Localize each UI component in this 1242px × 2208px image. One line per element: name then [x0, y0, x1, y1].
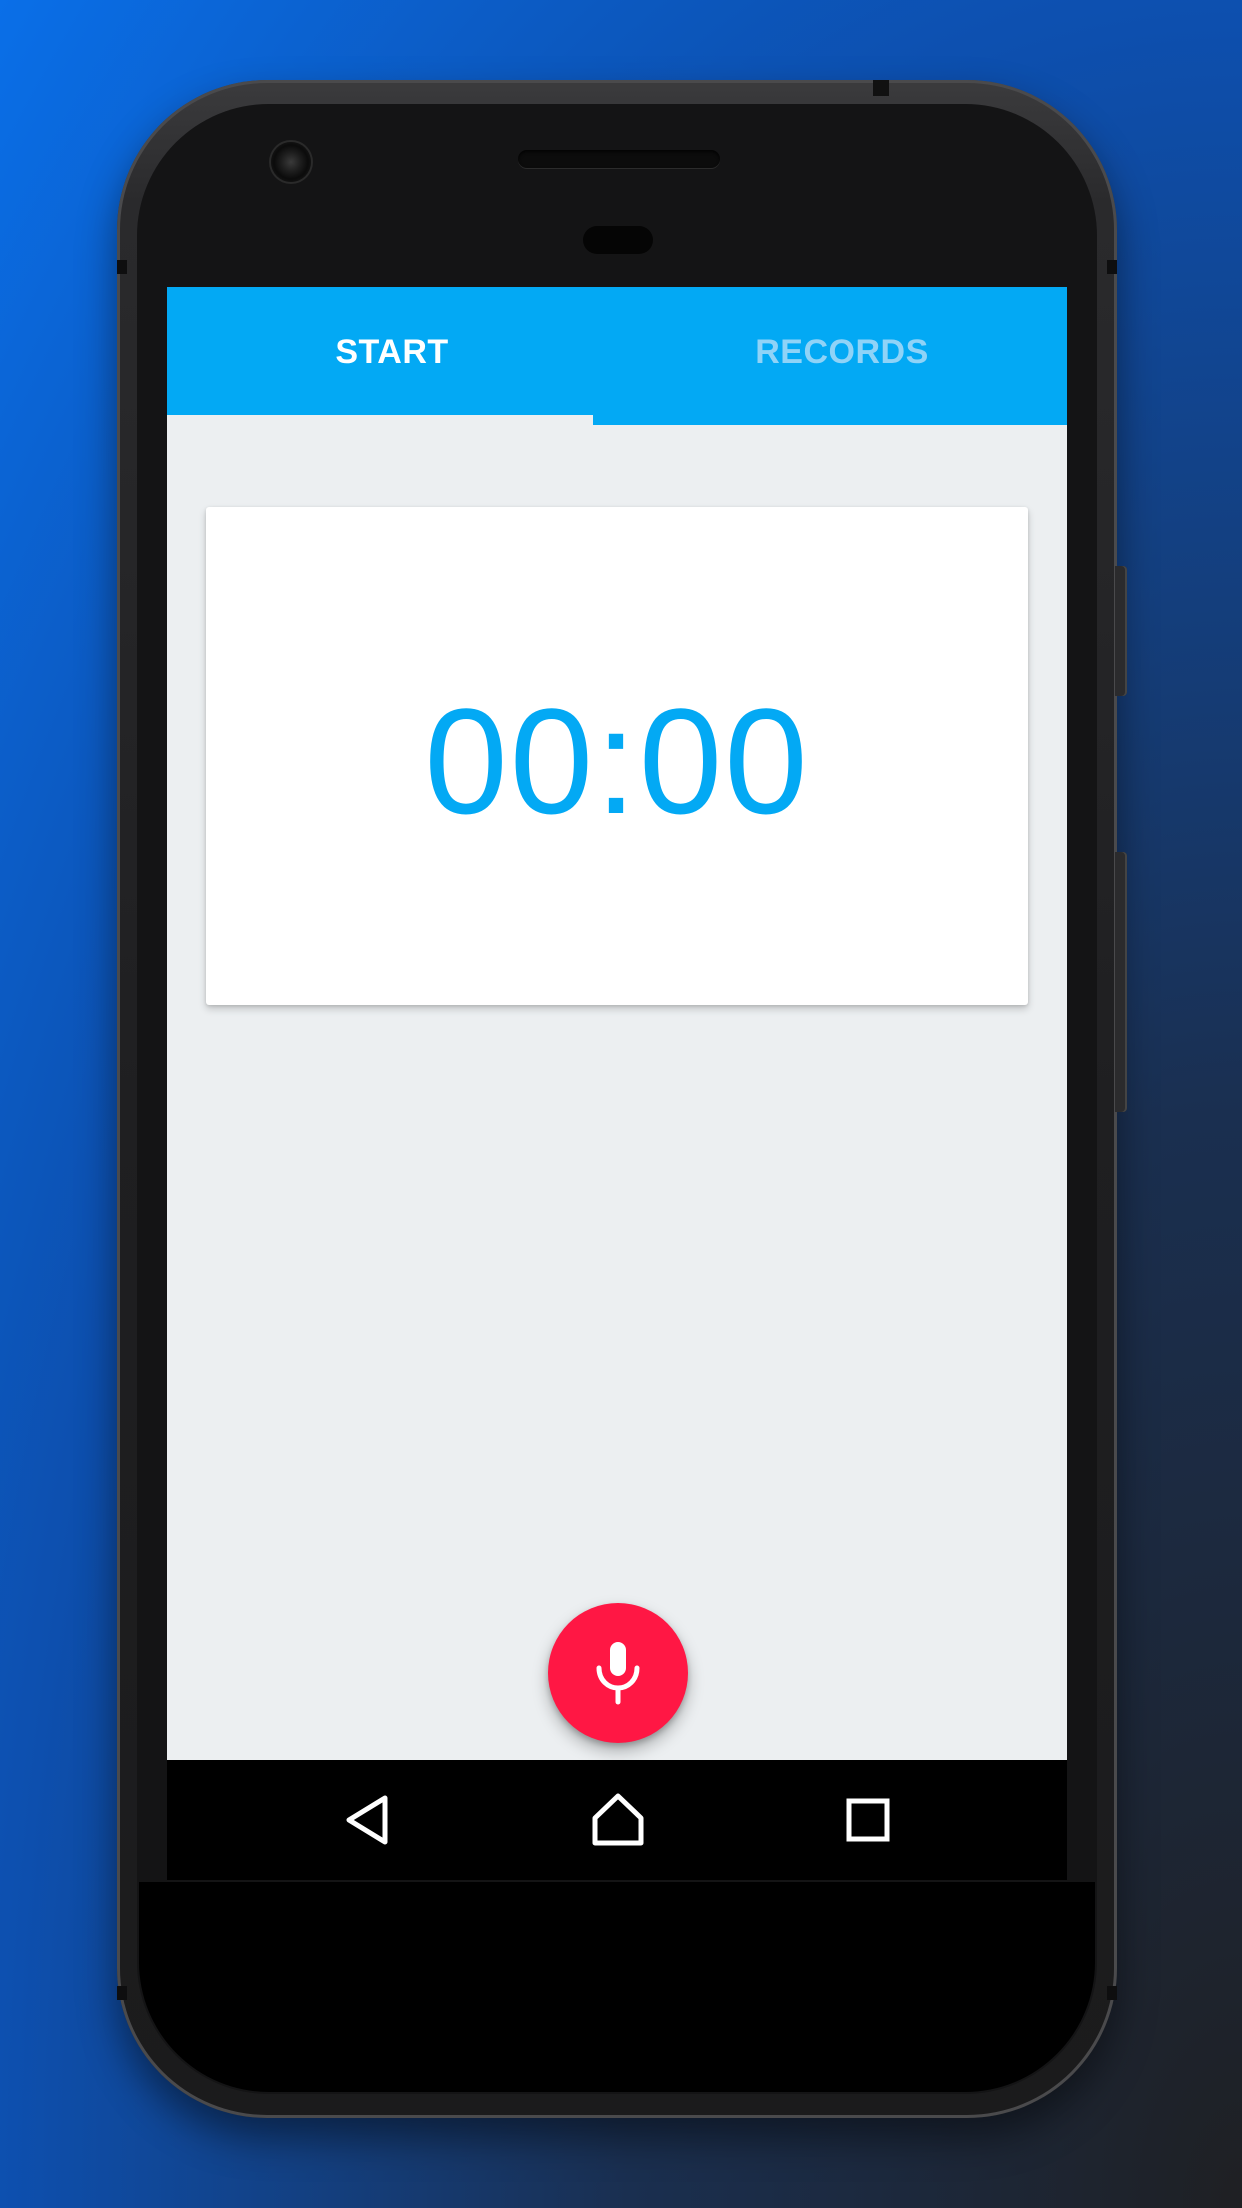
front-camera [271, 142, 311, 182]
tab-start-label: START [335, 332, 449, 371]
antenna-line [873, 80, 889, 96]
antenna-line [1107, 1986, 1117, 2000]
record-button[interactable] [548, 1603, 688, 1743]
app-screen: START RECORDS 00:00 [167, 287, 1067, 1760]
home-icon [592, 1793, 644, 1846]
timer-card: 00:00 [206, 507, 1028, 1005]
tab-start[interactable]: START [167, 287, 617, 425]
recents-button[interactable] [828, 1780, 908, 1860]
antenna-line [117, 260, 127, 274]
antenna-line [1107, 260, 1117, 274]
phone-chin [139, 1882, 1095, 2092]
antenna-line [117, 1986, 127, 2000]
home-button[interactable] [578, 1780, 658, 1860]
power-button[interactable] [1115, 566, 1127, 696]
recents-square-icon [846, 1798, 890, 1842]
proximity-sensor [583, 226, 653, 254]
microphone-icon [596, 1642, 640, 1705]
back-triangle-icon [346, 1795, 388, 1845]
tab-indicator [167, 415, 593, 425]
tab-bar: START RECORDS [167, 287, 1067, 425]
timer-display: 00:00 [424, 676, 810, 845]
tab-records[interactable]: RECORDS [617, 287, 1067, 425]
phone-device: START RECORDS 00:00 [117, 80, 1127, 2118]
volume-button[interactable] [1115, 852, 1127, 1112]
earpiece-speaker [518, 150, 720, 168]
tab-records-label: RECORDS [755, 332, 929, 371]
back-button[interactable] [328, 1780, 408, 1860]
navigation-bar [167, 1760, 1067, 1880]
